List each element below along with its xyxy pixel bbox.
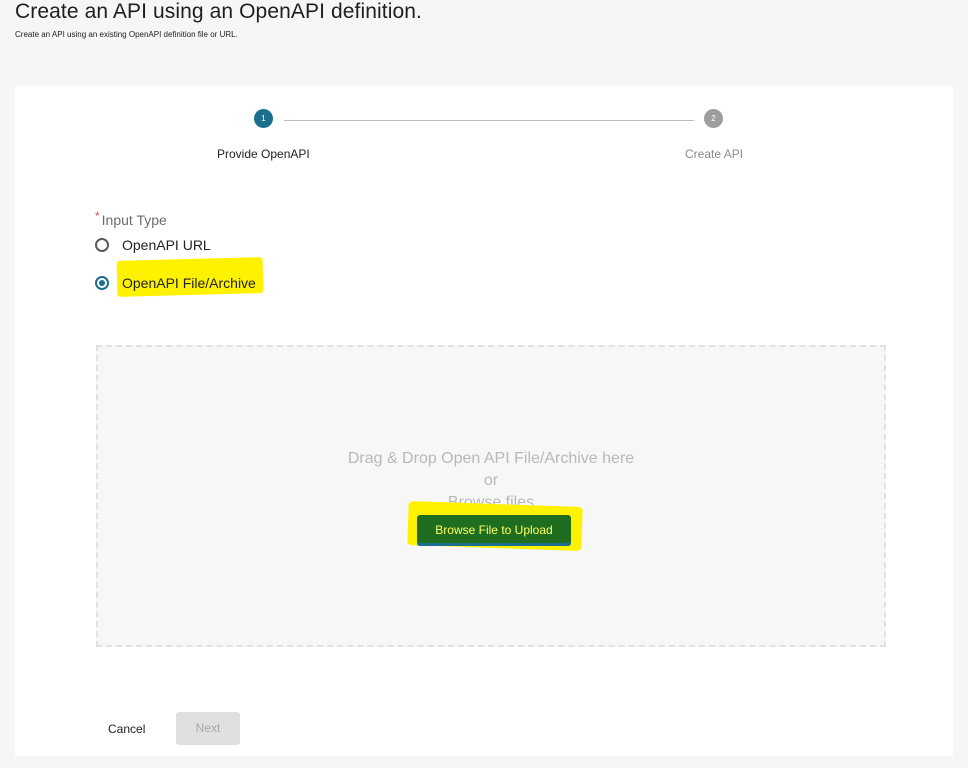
- dropzone-or: or: [483, 472, 499, 489]
- radio-openapi-file-archive[interactable]: OpenAPI File/Archive: [95, 275, 256, 291]
- cancel-button[interactable]: Cancel: [108, 722, 145, 736]
- radio-openapi-url[interactable]: OpenAPI URL: [95, 237, 211, 253]
- radio-button-unchecked[interactable]: [95, 238, 109, 252]
- step-2-indicator: 2: [704, 109, 723, 128]
- file-dropzone[interactable]: Drag & Drop Open API File/Archive here o…: [96, 345, 886, 647]
- page-subtitle: Create an API using an existing OpenAPI …: [15, 30, 238, 39]
- input-type-label-text: Input Type: [101, 212, 167, 228]
- step-2-label: Create API: [685, 147, 744, 161]
- step-connector: [284, 120, 694, 121]
- browse-file-button[interactable]: Browse File to Upload: [417, 515, 571, 546]
- dropzone-prompt: Drag & Drop Open API File/Archive here: [347, 450, 635, 467]
- page-title: Create an API using an OpenAPI definitio…: [15, 0, 422, 23]
- radio-label-openapi-url: OpenAPI URL: [122, 237, 211, 253]
- radio-label-openapi-file-archive: OpenAPI File/Archive: [122, 275, 256, 291]
- wizard-card: 1 2 Provide OpenAPI Create API * Input Ty…: [15, 86, 953, 756]
- step-1-label: Provide OpenAPI: [217, 147, 310, 161]
- required-marker: *: [95, 209, 100, 223]
- radio-button-checked[interactable]: [95, 276, 109, 290]
- step-1-indicator: 1: [254, 109, 273, 128]
- next-button[interactable]: Next: [176, 712, 240, 745]
- input-type-label: * Input Type: [95, 209, 167, 228]
